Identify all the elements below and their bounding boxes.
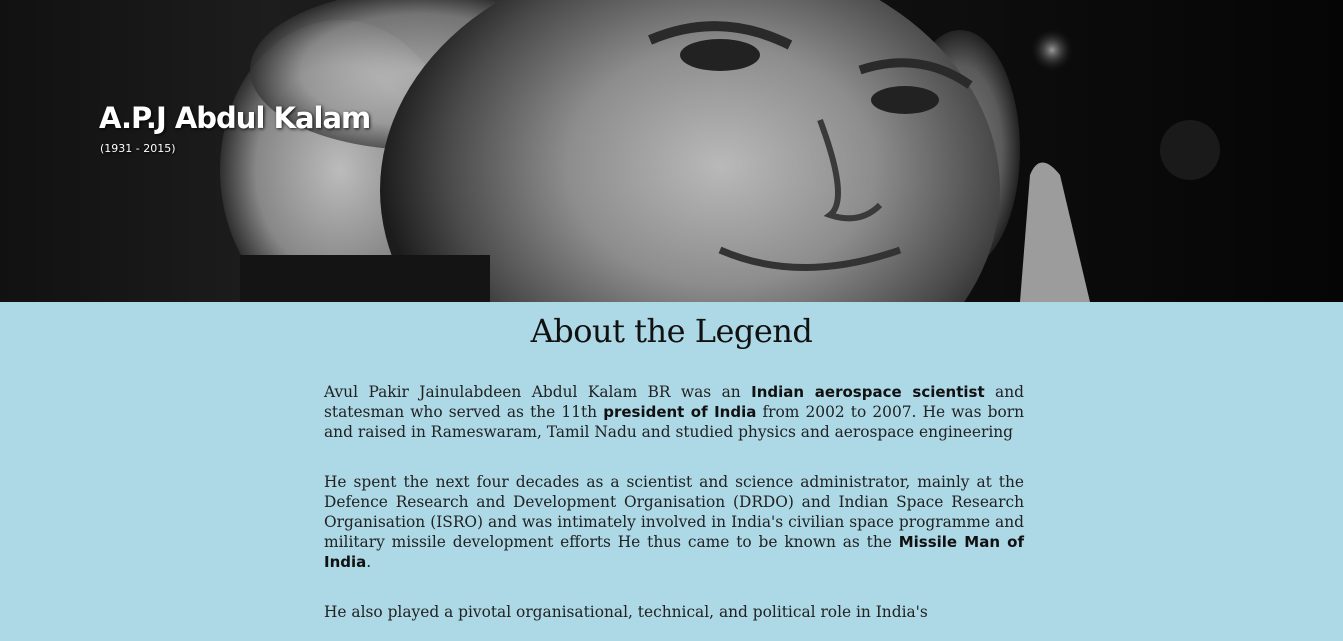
about-paragraph-1: Avul Pakir Jainulabdeen Abdul Kalam BR w… [324,382,1024,442]
p2-text-c: . [366,553,372,571]
p3-text-a: He also played a pivotal organisational,… [324,603,928,621]
about-paragraph-2: He spent the next four decades as a scie… [324,472,1024,572]
p1-bold-1: Indian aerospace scientist [751,383,985,401]
p1-text-a: Avul Pakir Jainulabdeen Abdul Kalam BR w… [324,383,752,401]
section-title: About the Legend [530,312,813,350]
portrait-image [0,0,1343,302]
hero-banner: A.P.J Abdul Kalam (1931 - 2015) [0,0,1343,302]
hero-title: A.P.J Abdul Kalam [99,101,371,135]
hero-years: (1931 - 2015) [100,142,176,155]
about-paragraph-3: He also played a pivotal organisational,… [324,602,1024,622]
p1-bold-2: president of India [603,403,757,421]
about-section: About the Legend Avul Pakir Jainulabdeen… [0,302,1343,641]
